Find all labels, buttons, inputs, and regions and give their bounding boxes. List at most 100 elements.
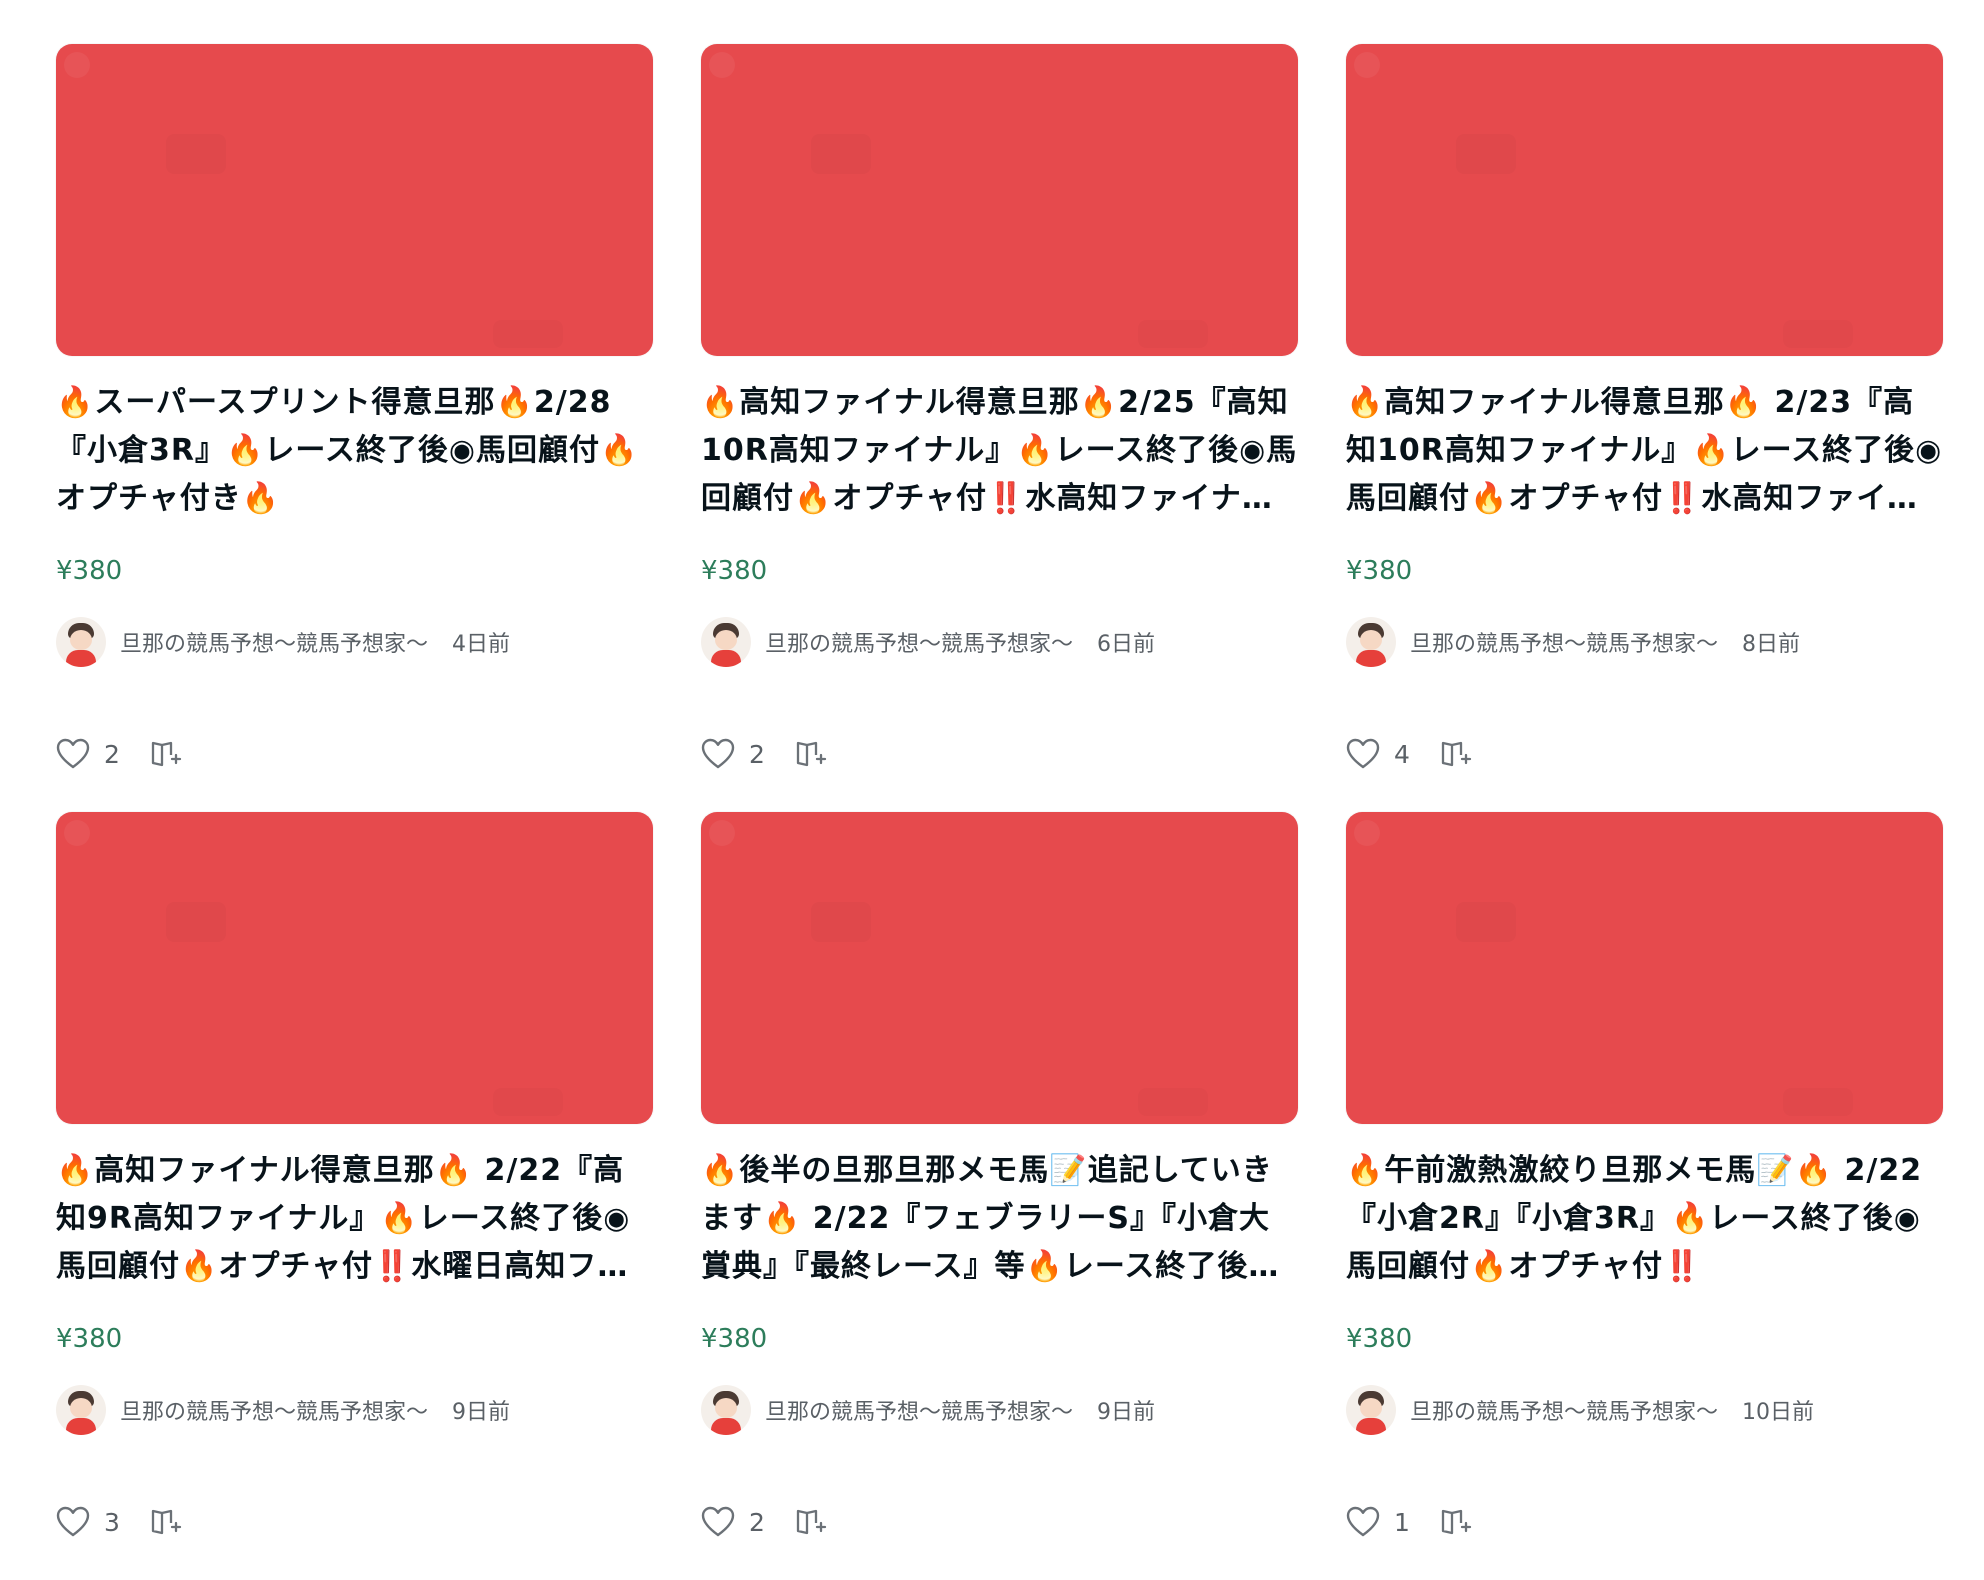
- thumbnail-decoration: [811, 134, 871, 174]
- card-price: ¥380: [1346, 556, 1413, 586]
- card-meta: 旦那の競馬予想〜競馬予想家〜 4日前: [56, 616, 510, 668]
- card-price: ¥380: [701, 1324, 768, 1354]
- avatar[interactable]: [701, 1385, 751, 1435]
- note-card[interactable]: 🔥後半の旦那旦那メモ馬📝追記していきます🔥 2/22『フェブラリーS』『小倉大賞…: [701, 812, 1298, 1580]
- thumbnail-decoration: [1456, 134, 1516, 174]
- thumbnail-decoration: [1354, 52, 1380, 78]
- card-meta: 旦那の競馬予想〜競馬予想家〜 8日前: [1346, 616, 1800, 668]
- author-name[interactable]: 旦那の競馬予想〜競馬予想家〜: [120, 626, 428, 658]
- magazine-add-icon: [1441, 741, 1472, 767]
- published-time: 10日前: [1742, 1400, 1815, 1425]
- thumbnail-decoration: [709, 820, 735, 846]
- like-button[interactable]: 2: [701, 1506, 767, 1538]
- magazine-add-icon: [151, 741, 182, 767]
- like-button[interactable]: 1: [1346, 1506, 1412, 1538]
- card-thumbnail[interactable]: [1346, 812, 1943, 1124]
- heart-outline-icon: [56, 738, 90, 769]
- card-actions: 2: [701, 1502, 827, 1542]
- card-title[interactable]: 🔥高知ファイナル得意旦那🔥2/25『高知10R高知ファイナル』🔥レース終了後◉馬…: [701, 379, 1298, 523]
- avatar[interactable]: [701, 617, 751, 667]
- card-actions: 4: [1346, 734, 1472, 774]
- card-price: ¥380: [56, 556, 123, 586]
- thumbnail-decoration: [1354, 820, 1380, 846]
- avatar[interactable]: [56, 1385, 106, 1435]
- author-name[interactable]: 旦那の競馬予想〜競馬予想家〜: [1410, 626, 1718, 658]
- thumbnail-decoration: [64, 820, 90, 846]
- like-count: 2: [749, 739, 765, 769]
- like-count: 3: [104, 1507, 120, 1537]
- like-count: 2: [104, 739, 120, 769]
- heart-outline-icon: [56, 1506, 90, 1537]
- magazine-add-icon: [1441, 1509, 1472, 1535]
- card-price: ¥380: [56, 1324, 123, 1354]
- published-time: 4日前: [452, 632, 511, 657]
- thumbnail-decoration: [166, 134, 226, 174]
- note-card-grid: 🔥スーパースプリント得意旦那🔥2/28『小倉3R』🔥レース終了後◉馬回顧付🔥オプ…: [56, 44, 1943, 1580]
- magazine-add-icon: [796, 741, 827, 767]
- published-time: 9日前: [1097, 1400, 1156, 1425]
- magazine-add-button[interactable]: [795, 739, 827, 769]
- note-card[interactable]: 🔥高知ファイナル得意旦那🔥 2/22『高知9R高知ファイナル』🔥レース終了後◉馬…: [56, 812, 653, 1580]
- card-thumbnail[interactable]: [701, 44, 1298, 356]
- thumbnail-decoration: [1138, 1088, 1208, 1116]
- card-title[interactable]: 🔥高知ファイナル得意旦那🔥 2/22『高知9R高知ファイナル』🔥レース終了後◉馬…: [56, 1147, 653, 1291]
- note-card[interactable]: 🔥高知ファイナル得意旦那🔥2/25『高知10R高知ファイナル』🔥レース終了後◉馬…: [701, 44, 1298, 812]
- thumbnail-decoration: [709, 52, 735, 78]
- author-name[interactable]: 旦那の競馬予想〜競馬予想家〜: [1410, 1394, 1718, 1426]
- heart-outline-icon: [701, 1506, 735, 1537]
- card-meta: 旦那の競馬予想〜競馬予想家〜 10日前: [1346, 1384, 1814, 1436]
- card-thumbnail[interactable]: [1346, 44, 1943, 356]
- magazine-add-button[interactable]: [150, 1507, 182, 1537]
- like-count: 1: [1394, 1507, 1410, 1537]
- published-time: 6日前: [1097, 632, 1156, 657]
- avatar[interactable]: [56, 617, 106, 667]
- card-thumbnail[interactable]: [701, 812, 1298, 1124]
- published-time: 9日前: [452, 1400, 511, 1425]
- card-title[interactable]: 🔥午前激熱激絞り旦那メモ馬📝🔥 2/22『小倉2R』『小倉3R』🔥レース終了後◉…: [1346, 1147, 1943, 1291]
- magazine-add-icon: [796, 1509, 827, 1535]
- card-meta: 旦那の競馬予想〜競馬予想家〜 6日前: [701, 616, 1155, 668]
- magazine-add-button[interactable]: [1440, 739, 1472, 769]
- magazine-add-icon: [151, 1509, 182, 1535]
- like-count: 4: [1394, 739, 1410, 769]
- published-time: 8日前: [1742, 632, 1801, 657]
- avatar[interactable]: [1346, 617, 1396, 667]
- author-name[interactable]: 旦那の競馬予想〜競馬予想家〜: [120, 1394, 428, 1426]
- card-title[interactable]: 🔥後半の旦那旦那メモ馬📝追記していきます🔥 2/22『フェブラリーS』『小倉大賞…: [701, 1147, 1298, 1291]
- magazine-add-button[interactable]: [1440, 1507, 1472, 1537]
- note-card[interactable]: 🔥スーパースプリント得意旦那🔥2/28『小倉3R』🔥レース終了後◉馬回顧付🔥オプ…: [56, 44, 653, 812]
- author-name[interactable]: 旦那の競馬予想〜競馬予想家〜: [765, 1394, 1073, 1426]
- card-thumbnail[interactable]: [56, 44, 653, 356]
- heart-outline-icon: [701, 738, 735, 769]
- magazine-add-button[interactable]: [795, 1507, 827, 1537]
- card-actions: 2: [701, 734, 827, 774]
- card-price: ¥380: [701, 556, 768, 586]
- thumbnail-decoration: [493, 320, 563, 348]
- magazine-add-button[interactable]: [150, 739, 182, 769]
- thumbnail-decoration: [1456, 902, 1516, 942]
- card-thumbnail[interactable]: [56, 812, 653, 1124]
- card-title[interactable]: 🔥高知ファイナル得意旦那🔥 2/23『高知10R高知ファイナル』🔥レース終了後◉…: [1346, 379, 1943, 523]
- avatar[interactable]: [1346, 1385, 1396, 1435]
- card-actions: 1: [1346, 1502, 1472, 1542]
- thumbnail-decoration: [1783, 320, 1853, 348]
- note-card[interactable]: 🔥午前激熱激絞り旦那メモ馬📝🔥 2/22『小倉2R』『小倉3R』🔥レース終了後◉…: [1346, 812, 1943, 1580]
- like-count: 2: [749, 1507, 765, 1537]
- card-meta: 旦那の競馬予想〜競馬予想家〜 9日前: [56, 1384, 510, 1436]
- thumbnail-decoration: [493, 1088, 563, 1116]
- card-title[interactable]: 🔥スーパースプリント得意旦那🔥2/28『小倉3R』🔥レース終了後◉馬回顧付🔥オプ…: [56, 379, 653, 523]
- thumbnail-decoration: [1783, 1088, 1853, 1116]
- heart-outline-icon: [1346, 1506, 1380, 1537]
- like-button[interactable]: 2: [56, 738, 122, 770]
- thumbnail-decoration: [166, 902, 226, 942]
- thumbnail-decoration: [811, 902, 871, 942]
- thumbnail-decoration: [1138, 320, 1208, 348]
- card-actions: 3: [56, 1502, 182, 1542]
- author-name[interactable]: 旦那の競馬予想〜競馬予想家〜: [765, 626, 1073, 658]
- note-card[interactable]: 🔥高知ファイナル得意旦那🔥 2/23『高知10R高知ファイナル』🔥レース終了後◉…: [1346, 44, 1943, 812]
- like-button[interactable]: 4: [1346, 738, 1412, 770]
- like-button[interactable]: 2: [701, 738, 767, 770]
- card-actions: 2: [56, 734, 182, 774]
- like-button[interactable]: 3: [56, 1506, 122, 1538]
- card-price: ¥380: [1346, 1324, 1413, 1354]
